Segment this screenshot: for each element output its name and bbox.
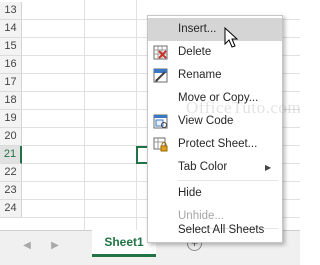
view-code-icon [153,114,168,129]
scroll-tabs-right-icon[interactable]: ▶ [48,238,62,254]
menu-item-tab-color[interactable]: Tab Color ▶ [148,156,282,179]
submenu-arrow-icon: ▶ [265,163,272,172]
rename-sheet-icon [153,68,168,83]
row-header-15[interactable]: 15 [0,38,22,56]
menu-item-select-all-sheets[interactable]: Select All Sheets [148,219,282,242]
menu-item-label: Delete [178,46,212,58]
row-header-21[interactable]: 21 [0,146,22,164]
row-header-24[interactable]: 24 [0,200,22,218]
menu-item-label: Insert... [178,23,217,35]
row-header-16[interactable]: 16 [0,56,22,74]
mouse-pointer-icon [224,27,239,48]
row-header-13[interactable]: 13 [0,2,22,20]
menu-item-rename[interactable]: Rename [148,64,282,87]
menu-item-label: Select All Sheets [178,224,265,236]
scroll-tabs-left-icon[interactable]: ◀ [20,238,34,254]
menu-item-protect-sheet[interactable]: Protect Sheet... [148,133,282,156]
delete-sheet-icon [153,45,168,60]
menu-item-hide[interactable]: Hide [148,182,282,205]
menu-separator [178,180,278,181]
menu-item-delete[interactable]: Delete [148,41,282,64]
sheet-context-menu: Insert... Delete Rename Move or Copy... … [147,15,283,243]
menu-item-insert[interactable]: Insert... [148,18,282,41]
protect-sheet-icon [153,137,168,152]
watermark-text: OfficeTuto.com [186,98,302,117]
row-header-22[interactable]: 22 [0,164,22,182]
row-header-19[interactable]: 19 [0,110,22,128]
menu-item-label: Tab Color [178,161,228,173]
menu-item-label: Hide [178,187,202,199]
row-header-18[interactable]: 18 [0,92,22,110]
row-header-14[interactable]: 14 [0,20,22,38]
menu-item-label: Protect Sheet... [178,138,258,150]
grid-line [136,0,137,230]
row-header-20[interactable]: 20 [0,128,22,146]
row-header-17[interactable]: 17 [0,74,22,92]
menu-item-label: Rename [178,69,222,81]
row-header-23[interactable]: 23 [0,182,22,200]
grid-line [84,0,85,230]
